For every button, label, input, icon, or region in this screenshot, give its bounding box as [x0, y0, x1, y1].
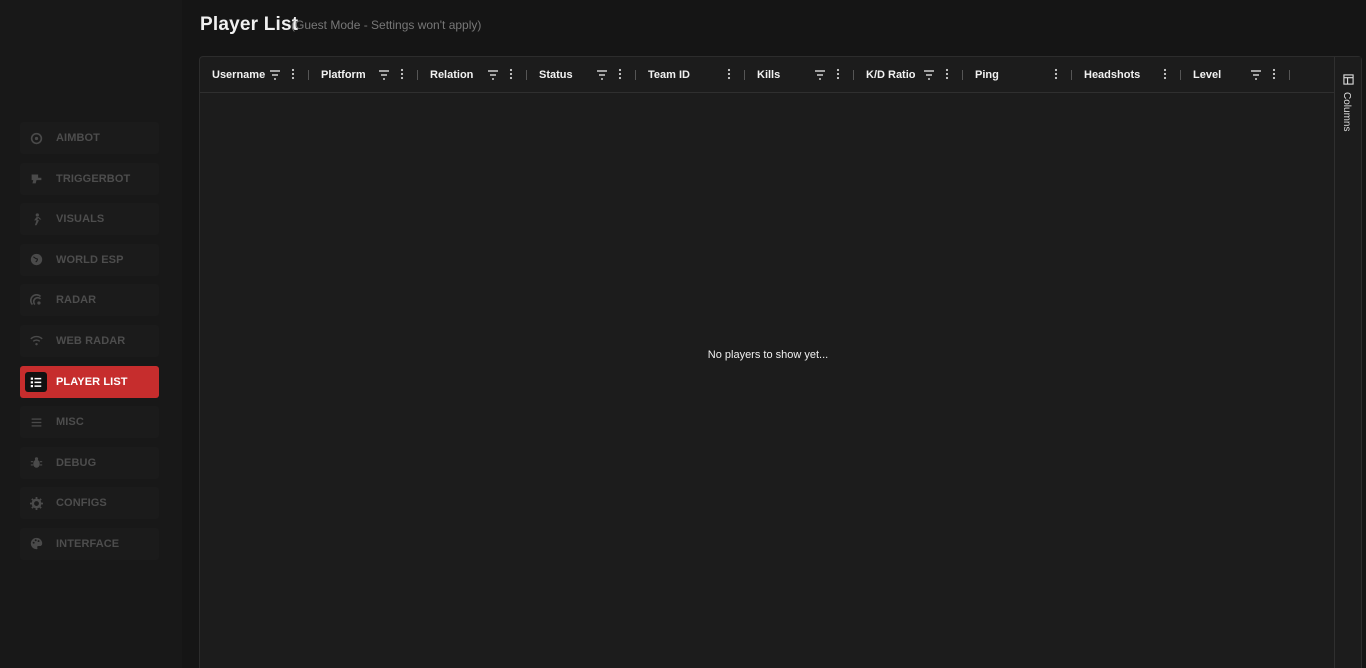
sidebar-item-label: CONFIGS: [56, 497, 107, 510]
radar-icon: [28, 292, 44, 308]
column-label: Status: [539, 69, 573, 81]
sidebar-item-debug[interactable]: DEBUG: [20, 446, 159, 479]
column-header-username[interactable]: Username: [200, 57, 309, 93]
page-subtitle: (Guest Mode - Settings won't apply): [291, 18, 482, 32]
sidebar-item-configs[interactable]: CONFIGS: [20, 487, 159, 520]
column-menu-icon[interactable]: [398, 68, 406, 80]
filter-icon[interactable]: [269, 68, 281, 80]
column-header-kd-ratio[interactable]: K/D Ratio: [854, 57, 963, 93]
globe-icon: [28, 252, 44, 268]
grid-header: Username Platform Relation Status Team I…: [200, 57, 1336, 93]
wifi-icon: [28, 333, 44, 349]
sidebar-item-label: MISC: [56, 416, 84, 429]
sidebar-item-web-radar[interactable]: WEB RADAR: [20, 324, 159, 357]
running-person-icon: [28, 211, 44, 227]
sidebar-item-label: VISUALS: [56, 213, 105, 226]
column-header-relation[interactable]: Relation: [418, 57, 527, 93]
column-label: Platform: [321, 69, 366, 81]
filter-icon[interactable]: [1250, 68, 1262, 80]
column-header-status[interactable]: Status: [527, 57, 636, 93]
column-label: Headshots: [1084, 69, 1141, 81]
column-header-headshots[interactable]: Headshots: [1072, 57, 1181, 93]
trigger-icon: [28, 171, 44, 187]
columns-panel-button[interactable]: Columns: [1341, 72, 1357, 134]
column-menu-icon[interactable]: [289, 68, 297, 80]
filter-icon[interactable]: [487, 68, 499, 80]
sidebar-item-interface[interactable]: INTERFACE: [20, 527, 159, 560]
grid-side-panel: Columns: [1334, 57, 1361, 668]
list-icon: [25, 371, 47, 392]
column-header-platform[interactable]: Platform: [309, 57, 418, 93]
sidebar-item-label: PLAYER LIST: [56, 375, 128, 388]
sidebar-item-label: TRIGGERBOT: [56, 172, 131, 185]
columns-panel-label: Columns: [1341, 92, 1352, 132]
column-resize-handle[interactable]: [1289, 70, 1290, 80]
crosshair-icon: [28, 130, 44, 146]
sidebar-item-player-list[interactable]: PLAYER LIST: [20, 365, 159, 398]
menu-icon: [28, 414, 44, 430]
grid-empty-overlay: No players to show yet...: [200, 93, 1336, 668]
column-header-team-id[interactable]: Team ID: [636, 57, 745, 93]
palette-icon: [28, 536, 44, 552]
filter-icon[interactable]: [378, 68, 390, 80]
page-title: Player List: [200, 14, 299, 35]
sidebar-item-label: WEB RADAR: [56, 334, 126, 347]
column-label: Team ID: [648, 69, 690, 81]
sidebar-item-label: RADAR: [56, 294, 97, 307]
sidebar-item-label: WORLD ESP: [56, 253, 124, 266]
column-menu-icon[interactable]: [1270, 68, 1278, 80]
column-label: Username: [212, 69, 266, 81]
column-menu-icon[interactable]: [616, 68, 624, 80]
sidebar-item-label: INTERFACE: [56, 537, 120, 550]
sidebar: AIMBOT TRIGGERBOT VISUALS WORLD ESP RADA: [0, 0, 182, 668]
column-menu-icon[interactable]: [507, 68, 515, 80]
column-header-level[interactable]: Level: [1181, 57, 1290, 93]
column-label: Relation: [430, 69, 474, 81]
column-header-kills[interactable]: Kills: [745, 57, 854, 93]
column-menu-icon[interactable]: [1052, 68, 1060, 80]
sidebar-item-aimbot[interactable]: AIMBOT: [20, 122, 159, 154]
filter-icon[interactable]: [923, 68, 935, 80]
column-menu-icon[interactable]: [1161, 68, 1169, 80]
filter-icon[interactable]: [596, 68, 608, 80]
empty-message: No players to show yet...: [707, 349, 829, 361]
column-menu-icon[interactable]: [943, 68, 951, 80]
sidebar-item-world-esp[interactable]: WORLD ESP: [20, 243, 159, 276]
column-label: K/D Ratio: [866, 69, 916, 81]
sidebar-nav: AIMBOT TRIGGERBOT VISUALS WORLD ESP RADA: [20, 122, 159, 569]
sidebar-item-radar[interactable]: RADAR: [20, 284, 159, 317]
bug-icon: [28, 455, 44, 471]
sidebar-item-visuals[interactable]: VISUALS: [20, 203, 159, 236]
player-grid: Username Platform Relation Status Team I…: [199, 56, 1362, 668]
sidebar-item-misc[interactable]: MISC: [20, 406, 159, 439]
column-menu-icon[interactable]: [725, 68, 733, 80]
gear-icon: [28, 495, 44, 511]
column-menu-icon[interactable]: [834, 68, 842, 80]
column-label: Level: [1193, 69, 1222, 81]
column-label: Ping: [975, 69, 999, 81]
column-label: Kills: [757, 69, 781, 81]
sidebar-item-label: DEBUG: [56, 456, 97, 469]
sidebar-item-triggerbot[interactable]: TRIGGERBOT: [20, 162, 159, 195]
sidebar-item-label: AIMBOT: [56, 132, 100, 144]
filter-icon[interactable]: [814, 68, 826, 80]
columns-icon: [1343, 74, 1354, 85]
column-header-ping[interactable]: Ping: [963, 57, 1072, 93]
